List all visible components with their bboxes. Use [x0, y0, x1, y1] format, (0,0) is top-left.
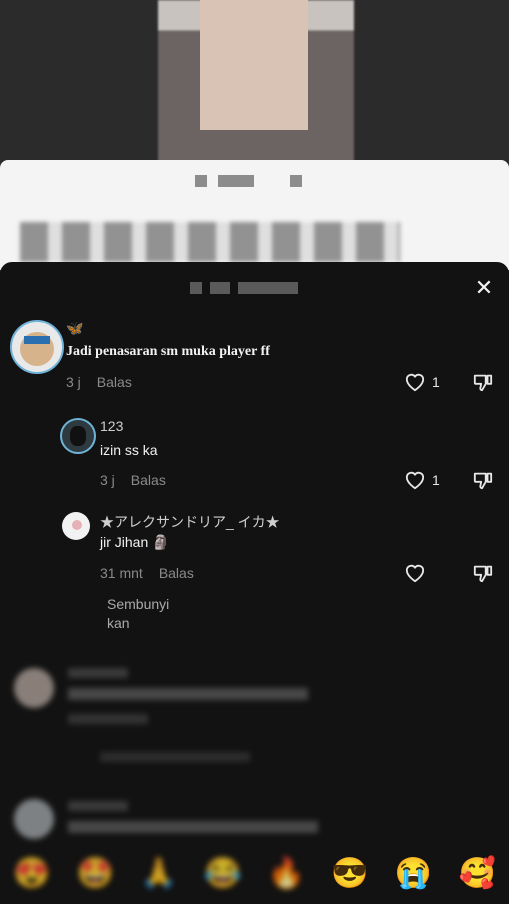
- comment-time: 3 j: [66, 374, 81, 390]
- thumbs-down-icon[interactable]: [472, 470, 494, 490]
- heart-icon: [405, 564, 425, 583]
- heart-icon: [405, 471, 425, 490]
- emoji-button[interactable]: 🤩: [77, 856, 114, 891]
- reply-username[interactable]: ★アレクサンドリア_ イカ★: [100, 512, 280, 532]
- blurred-text: [290, 175, 302, 187]
- comments-count-title: [190, 282, 320, 296]
- reply-time: 31 mnt: [100, 565, 143, 581]
- reply-time: 3 j: [100, 472, 115, 488]
- blurred-text: [218, 175, 254, 187]
- avatar[interactable]: [10, 320, 64, 374]
- comment-text: Jadi penasaran sm muka player ff: [66, 344, 270, 359]
- emoji-button[interactable]: 😎: [331, 856, 368, 891]
- emoji-reaction-bar: 😍 🤩 🙏 😂 🔥 😎 😭 🥰: [0, 842, 509, 904]
- like-button[interactable]: 1: [404, 470, 440, 490]
- thumbs-down-icon[interactable]: [472, 563, 494, 583]
- blurred-heading: [20, 222, 400, 262]
- emoji-button[interactable]: 🙏: [140, 856, 177, 891]
- emoji-button[interactable]: 😍: [13, 856, 50, 891]
- avatar[interactable]: [60, 418, 96, 454]
- blurred-face: [200, 0, 308, 130]
- reply-button[interactable]: Balas: [159, 565, 194, 581]
- avatar[interactable]: [62, 512, 90, 540]
- reply-button[interactable]: Balas: [97, 374, 132, 390]
- like-count: 1: [432, 472, 440, 488]
- like-count: 1: [432, 374, 440, 390]
- blurred-comment: [10, 660, 500, 770]
- emoji-button[interactable]: 😭: [395, 856, 432, 891]
- close-icon[interactable]: ✕: [472, 276, 496, 300]
- comment-meta: 3 j Balas: [66, 374, 132, 390]
- reply-meta: 31 mnt Balas: [100, 565, 194, 581]
- reply-username[interactable]: 123: [100, 418, 123, 434]
- emoji-button[interactable]: 😂: [204, 856, 241, 891]
- comment-username[interactable]: 🦋: [66, 320, 83, 337]
- like-button[interactable]: 1: [404, 372, 440, 392]
- blurred-text: [195, 175, 207, 187]
- heart-icon: [405, 373, 425, 392]
- comments-sheet: ✕ 🦋 Jadi penasaran sm muka player ff 3 j…: [0, 262, 509, 904]
- thumbs-down-icon[interactable]: [472, 372, 494, 392]
- reply-text: izin ss ka: [100, 442, 158, 458]
- emoji-button[interactable]: 🔥: [268, 856, 305, 891]
- like-button[interactable]: [404, 563, 432, 583]
- emoji-button[interactable]: 🥰: [459, 856, 496, 891]
- reply-button[interactable]: Balas: [131, 472, 166, 488]
- reply-text: jir Jihan 🗿: [100, 534, 170, 550]
- hide-replies-button[interactable]: Sembunyikan: [107, 595, 173, 633]
- blurred-comment: [10, 797, 500, 839]
- reply-meta: 3 j Balas: [100, 472, 166, 488]
